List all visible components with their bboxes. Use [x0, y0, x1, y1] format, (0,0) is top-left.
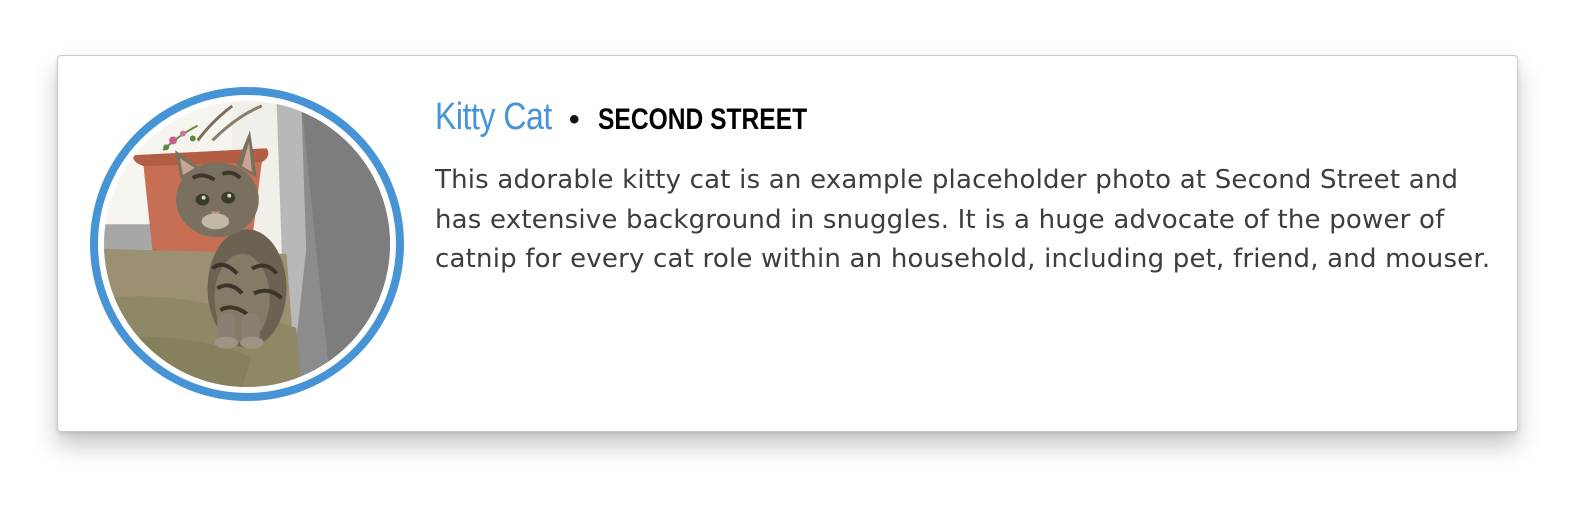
profile-bio: This adorable kitty cat is an example pl…: [435, 165, 1491, 274]
profile-organization: SECOND STREET: [597, 103, 807, 136]
avatar-frame: [90, 87, 404, 401]
heading-separator: •: [569, 103, 580, 136]
profile-content: Kitty Cat • SECOND STREET This adorable …: [435, 96, 1495, 280]
avatar: [104, 101, 390, 387]
profile-name[interactable]: Kitty Cat: [435, 96, 552, 139]
kitten-photo: [104, 101, 390, 387]
profile-card: Kitty Cat • SECOND STREET This adorable …: [57, 55, 1518, 432]
profile-heading: Kitty Cat • SECOND STREET: [435, 96, 1495, 139]
